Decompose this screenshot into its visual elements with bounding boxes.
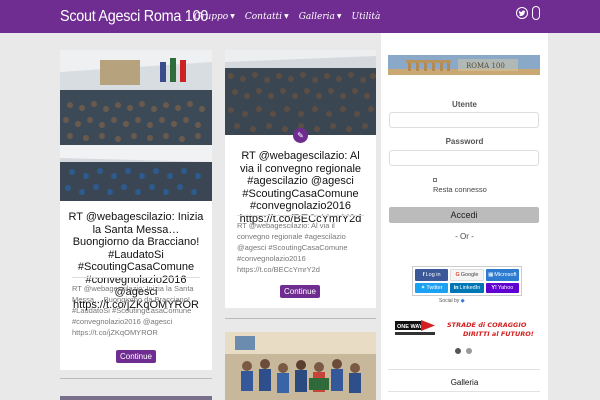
password-input[interactable]	[389, 150, 539, 166]
google-icon: G	[455, 272, 460, 278]
yahoo-icon: Y!	[491, 285, 497, 291]
strade-right-line-1: STRADE di CORAGGIO	[447, 321, 527, 329]
post-2-title[interactable]: RT @webagescilazio: Al via il convegno r…	[225, 150, 376, 225]
site-title[interactable]: Scout Agesci Roma 100	[60, 8, 208, 26]
twitter-bird-icon: ✦	[420, 285, 426, 291]
post-1-bottom-rule	[60, 378, 212, 379]
remember-checkbox[interactable]	[433, 178, 437, 182]
carousel-dots	[455, 348, 472, 354]
social-badge-icon[interactable]	[532, 6, 540, 20]
header-social-icons	[516, 6, 540, 20]
social-login-box: f Log in G Google ▦ Microsoft ✦ Twitter in Li…	[412, 266, 522, 296]
facebook-login-button[interactable]: f Log in	[415, 269, 449, 281]
main-nav: Gruppo ▼ Contatti ▼ Galleria ▼ Utilità	[194, 12, 380, 22]
or-separator: - Or -	[455, 232, 474, 241]
carousel-dot-2[interactable]	[466, 348, 472, 354]
nav-item-gruppo[interactable]: Gruppo ▼	[194, 12, 235, 22]
carousel-dot-1[interactable]	[455, 348, 461, 354]
post-1-photo-image	[60, 50, 212, 201]
post-card-3-partial	[60, 396, 212, 400]
page: Scout Agesci Roma 100 Gruppo ▼ Contatti ▼ …	[0, 0, 600, 400]
post-2-photo-image	[225, 50, 376, 135]
post-2-bottom-rule	[225, 318, 376, 319]
username-input[interactable]	[389, 112, 539, 128]
microsoft-icon: ▦	[488, 272, 494, 278]
twitter-login-button[interactable]: ✦ Twitter	[415, 283, 449, 293]
pencil-icon: ✎	[293, 128, 308, 143]
linkedin-login-button[interactable]: in LinkedIn	[450, 283, 484, 293]
post-4-photo-image	[225, 332, 376, 400]
post-1-divider	[72, 277, 200, 278]
galleria-widget-title: Galleria	[450, 378, 479, 387]
google-login-button[interactable]: G Google	[450, 269, 484, 281]
password-label: Password	[445, 137, 484, 146]
post-2-excerpt: RT @webagescilazio: Al via il convegno r…	[237, 221, 348, 274]
remember-label[interactable]: Resta connesso	[433, 185, 487, 194]
sidebar: ROMA 100 Utente Password Resta connesso …	[381, 33, 548, 400]
temple-banner-image[interactable]: ROMA 100	[388, 55, 540, 75]
post-card-1: RT @webagescilazio: Inizia la Santa Mess…	[60, 50, 212, 370]
facebook-icon: f	[422, 272, 425, 278]
sidebar-divider-1	[388, 369, 540, 370]
top-navigation-bar: Scout Agesci Roma 100 Gruppo ▼ Contatti ▼ …	[0, 0, 600, 33]
post-2-photo[interactable]	[225, 50, 376, 135]
nav-item-contatti[interactable]: Contatti ▼	[245, 12, 289, 22]
svg-text:ROMA 100: ROMA 100	[466, 62, 505, 70]
post-1-photo[interactable]	[60, 50, 212, 201]
caret-down-icon: ▼	[284, 13, 289, 20]
post-card-4-partial[interactable]	[225, 332, 376, 400]
provider-logo-icon: ◆	[460, 298, 465, 304]
strade-di-coraggio-banner[interactable]: ONE WAY STRADE di CORAGGIO DIRITTI al FU…	[395, 318, 535, 340]
caret-down-icon: ▼	[336, 13, 342, 20]
post-card-2: ✎ RT @webagescilazio: Al via il convegno…	[225, 50, 376, 308]
yahoo-login-button[interactable]: Y! Yahoo	[485, 283, 519, 293]
username-label: Utente	[452, 100, 477, 109]
sidebar-divider-2	[388, 391, 540, 392]
post-2-continue-button[interactable]: Continue	[280, 285, 320, 298]
post-1-continue-button[interactable]: Continue	[116, 350, 156, 363]
twitter-icon[interactable]	[516, 7, 528, 19]
login-button[interactable]: Accedi	[389, 207, 539, 223]
microsoft-login-button[interactable]: ▦ Microsoft	[485, 269, 519, 281]
post-1-excerpt: RT @webagescilazio: Inizia la Santa Mess…	[72, 284, 194, 337]
nav-item-galleria[interactable]: Galleria ▼	[299, 12, 342, 22]
social-by-credit[interactable]: Social by ◆	[439, 298, 465, 304]
linkedin-icon: in	[453, 285, 459, 291]
post-2-divider	[237, 215, 364, 216]
strade-left-text: ONE WAY	[397, 324, 423, 330]
strade-right-line-2: DIRITTI al FUTURO!	[463, 330, 534, 338]
caret-down-icon: ▼	[230, 13, 235, 20]
nav-item-utilita[interactable]: Utilità	[352, 12, 381, 22]
